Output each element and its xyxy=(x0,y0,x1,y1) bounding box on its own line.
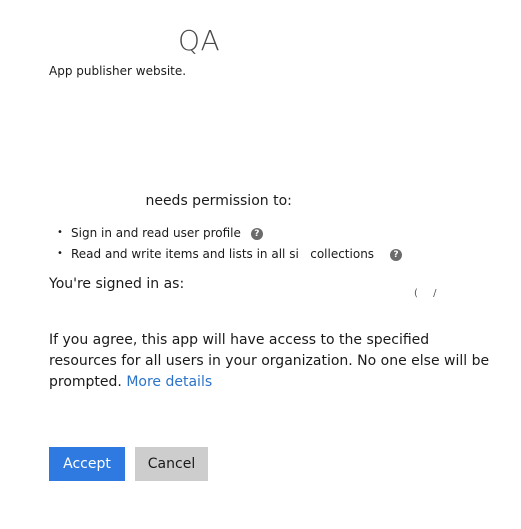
help-icon[interactable]: ? xyxy=(390,248,403,261)
permission-item-read-write: • Read and write items and lists in all s… xyxy=(57,245,403,266)
permission-list: • Sign in and read user profile? • Read an… xyxy=(57,224,403,266)
consent-body: If you agree, this app will have access … xyxy=(49,332,490,390)
cancel-button[interactable]: Cancel xyxy=(135,447,208,481)
accept-button[interactable]: Accept xyxy=(49,447,125,481)
more-details-link[interactable]: More details xyxy=(126,374,212,390)
permission-label: Sign in and read user profile xyxy=(71,226,241,240)
signed-in-user: ( / xyxy=(414,288,443,299)
redacted-app-name xyxy=(49,194,141,208)
signed-in-label: You're signed in as: xyxy=(49,276,185,292)
permission-label: Read and write items and lists in all si… xyxy=(71,247,375,261)
help-icon[interactable]: ? xyxy=(250,227,263,240)
permission-item-sign-in: • Sign in and read user profile? xyxy=(57,224,402,245)
app-name: QA xyxy=(178,24,221,57)
consent-page: QA App publisher website. needs permissi… xyxy=(0,0,521,529)
consent-text: If you agree, this app will have access … xyxy=(49,330,499,393)
publisher-website-link[interactable]: App publisher website. xyxy=(49,64,186,78)
permission-header: needs permission to: xyxy=(49,193,292,209)
bullet: • xyxy=(57,227,63,238)
bullet: • xyxy=(57,248,63,259)
permission-header-text: needs permission to: xyxy=(145,193,292,209)
